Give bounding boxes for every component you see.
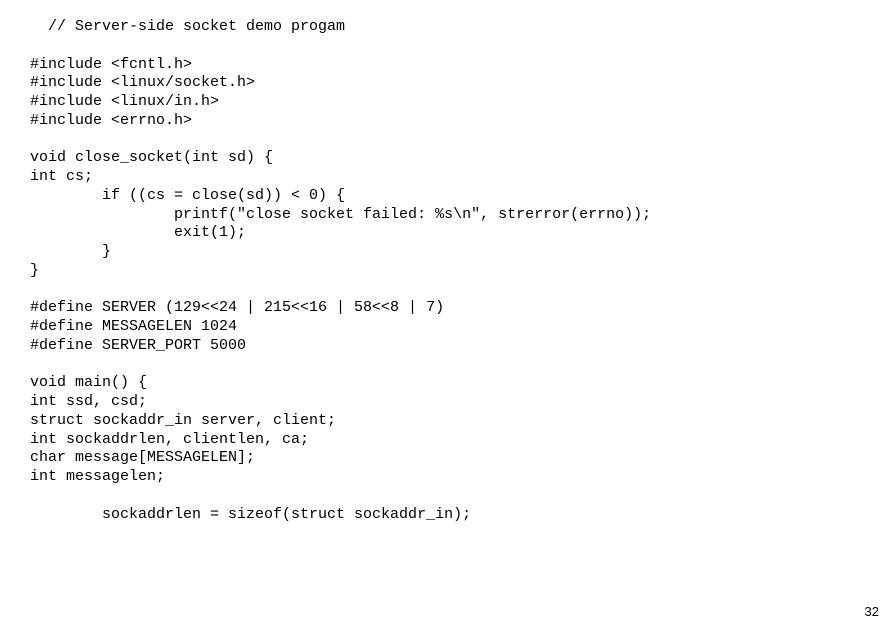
slide-page: // Server-side socket demo progam #inclu… xyxy=(0,0,891,630)
page-number: 32 xyxy=(865,604,879,620)
code-block: // Server-side socket demo progam #inclu… xyxy=(30,18,891,524)
